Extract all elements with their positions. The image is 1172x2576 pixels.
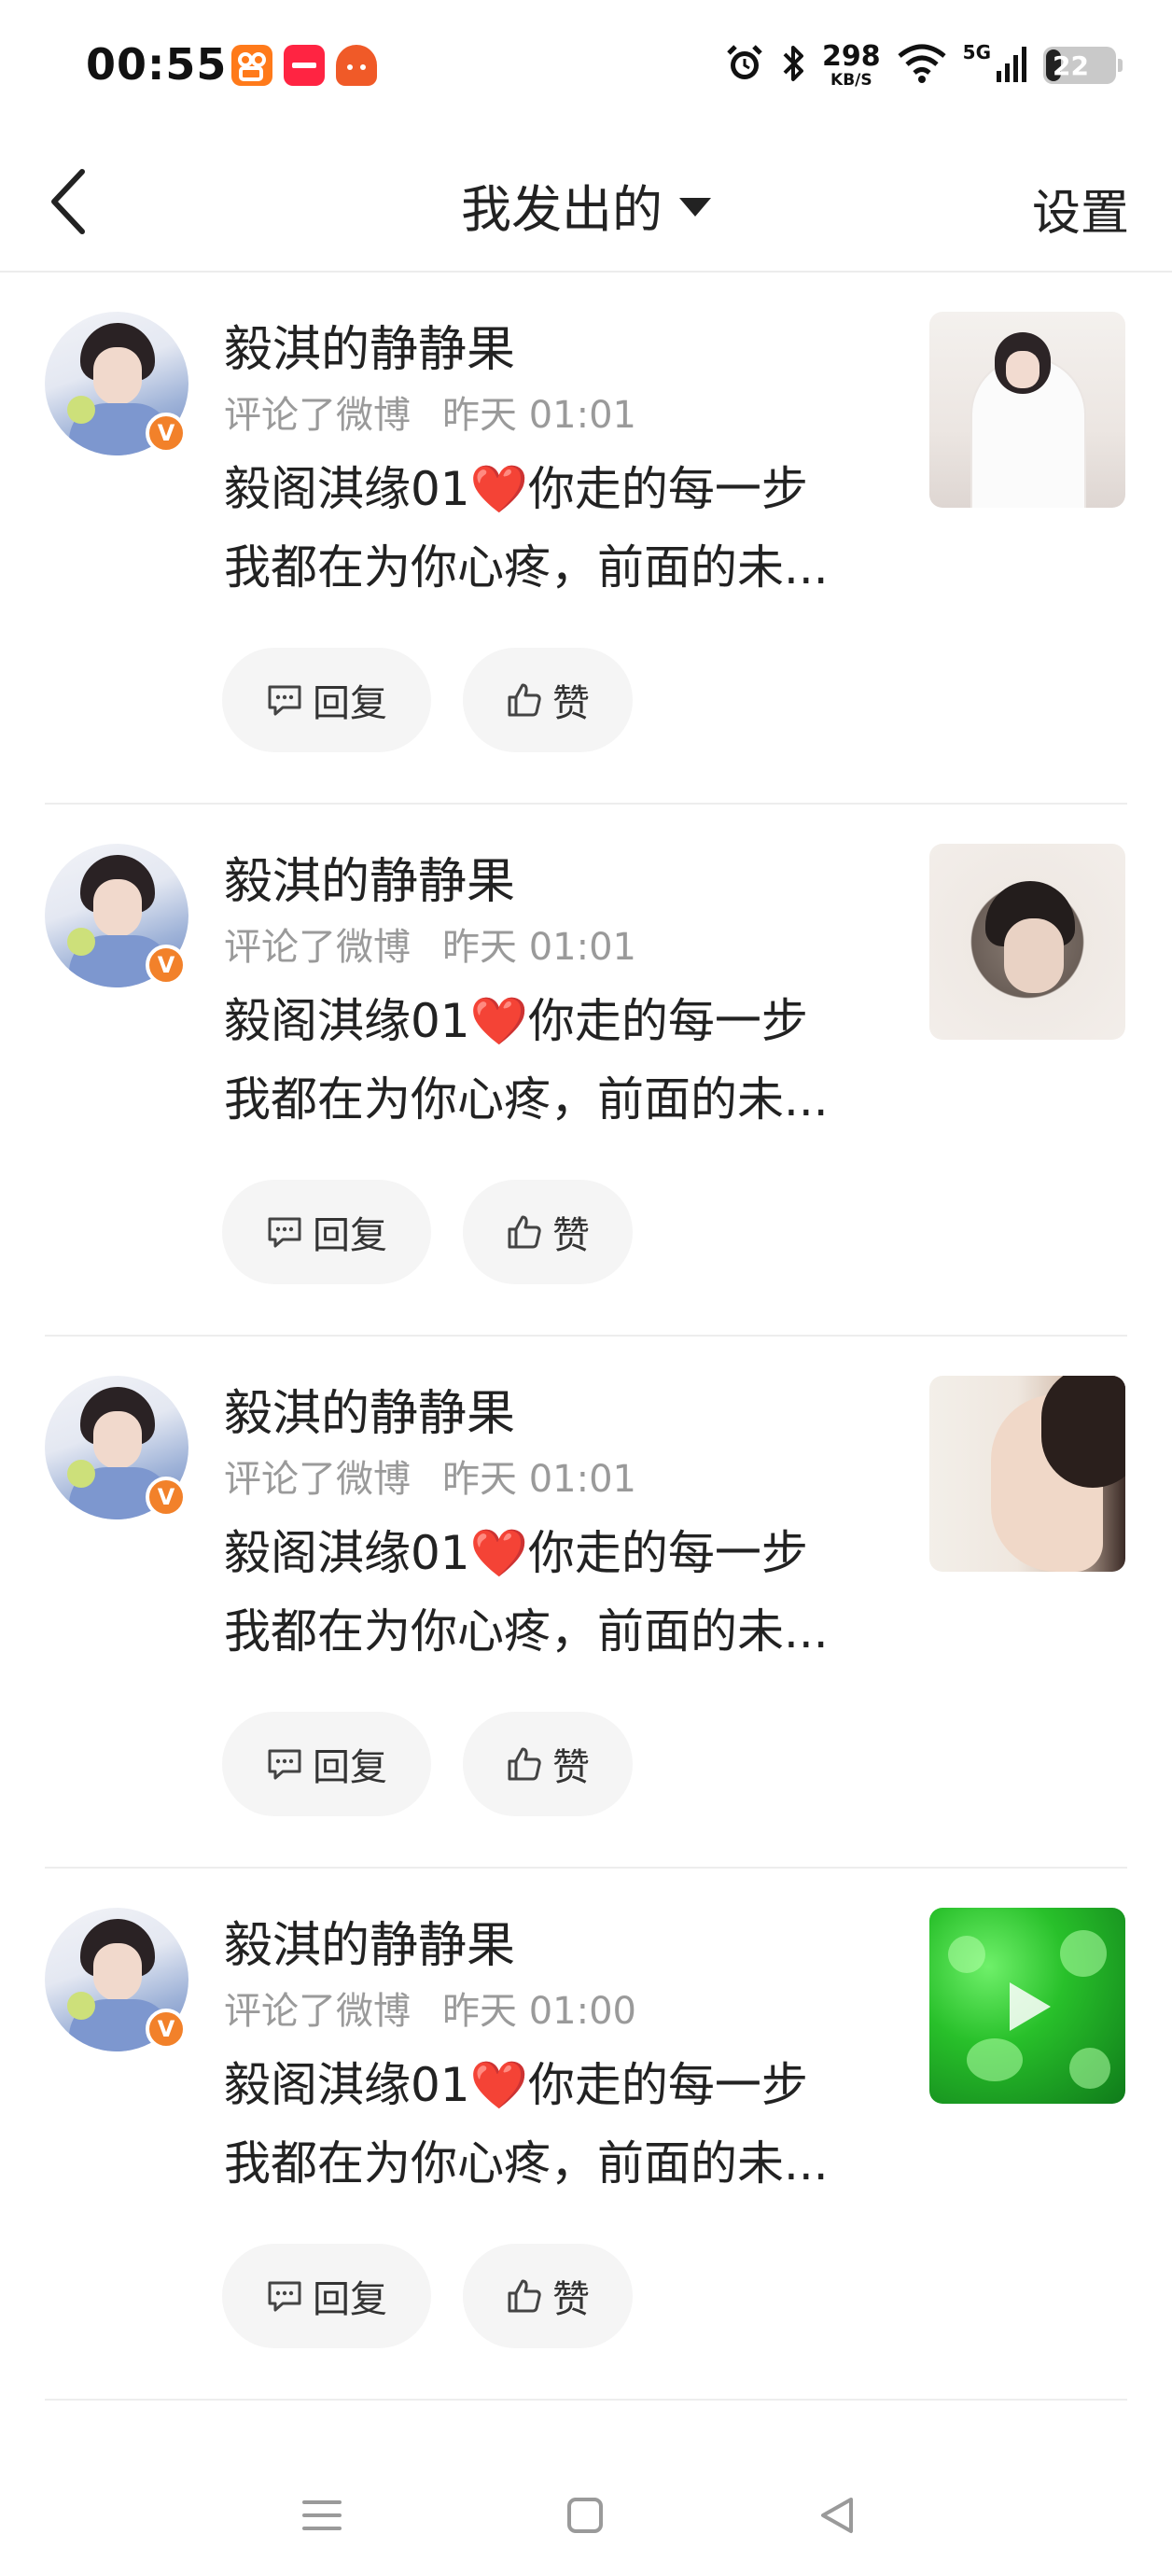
menu-icon[interactable]: [289, 2483, 355, 2548]
like-label: 赞: [552, 682, 590, 725]
heart-emoji: ❤️: [469, 1526, 528, 1580]
item-meta: 评论了微博 昨天 01:01: [224, 917, 636, 971]
reply-button[interactable]: 回复: [222, 2244, 431, 2348]
battery-level: 22: [1053, 49, 1089, 81]
sent-comments-list: V 毅淇的静静果 评论了微博 昨天 01:01 毅阁淇缘01❤️你走的每一步 我…: [0, 273, 1172, 2401]
action-label: 评论了微博: [224, 1990, 411, 2033]
divider: [45, 2399, 1127, 2401]
heart-emoji: ❤️: [469, 462, 528, 516]
action-label: 评论了微博: [224, 1458, 411, 1501]
wifi-icon: [896, 43, 948, 88]
post-thumbnail[interactable]: [929, 312, 1125, 508]
comment-icon: [268, 1749, 301, 1780]
thumbs-up-icon: [508, 1215, 541, 1249]
username[interactable]: 毅淇的静静果: [224, 310, 515, 380]
reply-label: 回复: [313, 1214, 387, 1257]
comment-text[interactable]: 毅阁淇缘01❤️你走的每一步 我都在为你心疼，前面的未...: [224, 1514, 868, 1671]
reply-button[interactable]: 回复: [222, 648, 431, 752]
status-indicators: 298 KB/S 5G 22: [723, 37, 1123, 93]
username[interactable]: 毅淇的静静果: [224, 1906, 515, 1976]
app-icon: [336, 45, 377, 86]
reply-label: 回复: [313, 682, 387, 725]
battery-icon: 22: [1043, 47, 1123, 84]
status-time: 00:55: [86, 39, 228, 90]
verified-badge-icon: V: [146, 413, 187, 454]
like-button[interactable]: 赞: [463, 1180, 633, 1284]
action-label: 评论了微博: [224, 394, 411, 437]
network-speed: 298 KB/S: [822, 39, 881, 90]
reply-label: 回复: [313, 2278, 387, 2321]
like-label: 赞: [552, 1214, 590, 1257]
timestamp: 昨天 01:01: [442, 926, 636, 969]
reply-button[interactable]: 回复: [222, 1712, 431, 1816]
item-actions: 回复 赞: [222, 648, 633, 752]
comment-text[interactable]: 毅阁淇缘01❤️你走的每一步 我都在为你心疼，前面的未...: [224, 2046, 868, 2203]
post-thumbnail[interactable]: [929, 1376, 1125, 1572]
list-item[interactable]: V 毅淇的静静果 评论了微博 昨天 01:01 毅阁淇缘01❤️你走的每一步 我…: [0, 1337, 1172, 1869]
heart-emoji: ❤️: [469, 994, 528, 1048]
like-button[interactable]: 赞: [463, 1712, 633, 1816]
system-nav-bar: [0, 2445, 1172, 2576]
title-dropdown[interactable]: 我发出的: [0, 168, 1172, 242]
reply-button[interactable]: 回复: [222, 1180, 431, 1284]
video-thumbnail[interactable]: [929, 1908, 1125, 2104]
like-button[interactable]: 赞: [463, 648, 633, 752]
bluetooth-icon: [781, 42, 807, 89]
xiaohongshu-icon: [284, 45, 325, 86]
comment-icon: [268, 685, 301, 716]
verified-badge-icon: V: [146, 2009, 187, 2050]
thumbs-up-icon: [508, 2279, 541, 2313]
item-actions: 回复 赞: [222, 1712, 633, 1816]
item-actions: 回复 赞: [222, 1180, 633, 1284]
heart-emoji: ❤️: [469, 2058, 528, 2112]
item-meta: 评论了微博 昨天 01:00: [224, 1981, 636, 2035]
list-item[interactable]: V 毅淇的静静果 评论了微博 昨天 01:01 毅阁淇缘01❤️你走的每一步 我…: [0, 805, 1172, 1337]
home-icon[interactable]: [552, 2483, 618, 2548]
thumbs-up-icon: [508, 683, 541, 717]
verified-badge-icon: V: [146, 945, 187, 986]
alarm-icon: [723, 42, 766, 89]
like-label: 赞: [552, 1746, 590, 1789]
timestamp: 昨天 01:01: [442, 1458, 636, 1501]
play-icon: [1010, 1982, 1051, 2031]
timestamp: 昨天 01:00: [442, 1990, 636, 2033]
reply-label: 回复: [313, 1746, 387, 1789]
like-button[interactable]: 赞: [463, 2244, 633, 2348]
page-title: 我发出的: [461, 180, 663, 239]
list-item[interactable]: V 毅淇的静静果 评论了微博 昨天 01:00 毅阁淇缘01❤️你走的每一步 我…: [0, 1869, 1172, 2401]
network-type: 5G: [962, 41, 991, 63]
kuaishou-icon: [231, 45, 272, 86]
item-meta: 评论了微博 昨天 01:01: [224, 1449, 636, 1503]
comment-icon: [268, 1217, 301, 1248]
nav-header: 我发出的 设置: [0, 131, 1172, 273]
username[interactable]: 毅淇的静静果: [224, 842, 515, 912]
back-icon[interactable]: [804, 2483, 870, 2548]
item-actions: 回复 赞: [222, 2244, 633, 2348]
post-thumbnail[interactable]: [929, 844, 1125, 1040]
thumbs-up-icon: [508, 1747, 541, 1781]
status-bar: 00:55 298 KB/S 5G 22: [0, 0, 1172, 131]
comment-text[interactable]: 毅阁淇缘01❤️你走的每一步 我都在为你心疼，前面的未...: [224, 450, 868, 607]
username[interactable]: 毅淇的静静果: [224, 1374, 515, 1444]
verified-badge-icon: V: [146, 1477, 187, 1518]
like-label: 赞: [552, 2278, 590, 2321]
caret-down-icon: [679, 197, 711, 217]
comment-text[interactable]: 毅阁淇缘01❤️你走的每一步 我都在为你心疼，前面的未...: [224, 982, 868, 1139]
item-meta: 评论了微博 昨天 01:01: [224, 385, 636, 439]
signal-icon: [997, 45, 1028, 86]
timestamp: 昨天 01:01: [442, 394, 636, 437]
settings-button[interactable]: 设置: [1032, 174, 1129, 244]
action-label: 评论了微博: [224, 926, 411, 969]
list-item[interactable]: V 毅淇的静静果 评论了微博 昨天 01:01 毅阁淇缘01❤️你走的每一步 我…: [0, 273, 1172, 805]
comment-icon: [268, 2281, 301, 2312]
